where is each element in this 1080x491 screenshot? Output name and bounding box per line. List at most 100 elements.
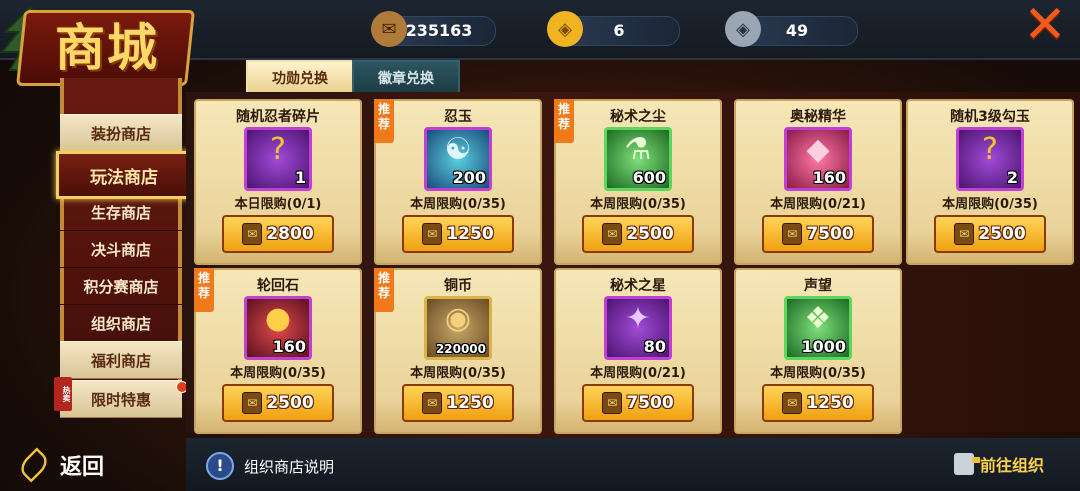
item-name: 轮回石: [257, 278, 299, 294]
sidebar-item-label: 积分赛商店: [83, 277, 159, 296]
page-title: 商城: [55, 18, 159, 77]
item-quantity: 160: [272, 337, 306, 356]
tab-merit-exchange[interactable]: 功勋兑换: [246, 60, 354, 96]
item-quantity: 600: [632, 168, 666, 187]
ninja-fragment-icon: ? 1: [244, 127, 312, 191]
item-quantity: 200: [452, 168, 486, 187]
buy-button[interactable]: ✉ 1250: [402, 215, 514, 253]
purchase-limit: 本周限购(0/21): [590, 366, 686, 381]
sidebar-item-limited-offer[interactable]: 热卖 限时特惠: [54, 377, 188, 418]
shop-item-card[interactable]: 推荐 忍玉 ☯ 200 本周限购(0/35) ✉ 1250: [374, 99, 542, 265]
item-name: 忍玉: [444, 109, 472, 125]
buy-button[interactable]: ✉ 7500: [762, 215, 874, 253]
mystic-essence-icon: ◆ 160: [784, 127, 852, 191]
shop-panel: 随机忍者碎片 ? 1 本日限购(0/1) ✉ 2800 推荐 忍玉 ☯ 200 本…: [186, 92, 1080, 434]
item-quantity: 220000: [435, 342, 486, 356]
honor-medal-icon: ✉: [242, 392, 263, 414]
shop-info-link[interactable]: 组织商店说明: [244, 456, 334, 477]
silver-currency: ◈ 49: [725, 11, 858, 47]
close-button[interactable]: ✕: [1020, 0, 1070, 51]
sidebar: 装扮商店 玩法商店 生存商店 决斗商店 积分赛商店 组织商店 福利商店 热卖 限…: [54, 78, 192, 418]
sidebar-item-organization[interactable]: 组织商店: [60, 305, 182, 342]
honor-medal-icon: ✉: [954, 223, 975, 245]
buy-button[interactable]: ✉ 1250: [402, 384, 514, 422]
sidebar-item-label: 决斗商店: [90, 240, 151, 259]
copper-coin-icon: ◉ 220000: [424, 296, 492, 360]
buy-button[interactable]: ✉ 2500: [582, 215, 694, 253]
shop-item-card[interactable]: 随机忍者碎片 ? 1 本日限购(0/1) ✉ 2800: [194, 99, 362, 265]
item-price: 2500: [978, 224, 1026, 244]
item-glyph: ⚗: [624, 132, 652, 167]
buy-button[interactable]: ✉ 7500: [582, 384, 694, 422]
buy-button[interactable]: ✉ 2500: [934, 215, 1046, 253]
shop-item-card[interactable]: 随机3级勾玉 ? 2 本周限购(0/35) ✉ 2500: [906, 99, 1074, 265]
item-name: 声望: [804, 278, 832, 294]
buy-button[interactable]: ✉ 2500: [222, 384, 334, 422]
reincarnation-stone-icon: ● 160: [244, 296, 312, 360]
item-glyph: ●: [264, 301, 292, 336]
magatama-icon: ? 2: [956, 127, 1024, 191]
item-quantity: 1: [294, 168, 306, 187]
tab-badge-exchange[interactable]: 徽章兑换: [352, 60, 460, 96]
item-quantity: 1000: [801, 337, 846, 356]
honor-medal-icon: ✉: [602, 223, 623, 245]
back-label: 返回: [60, 454, 105, 480]
item-price: 1250: [806, 393, 854, 413]
item-price: 2500: [626, 224, 674, 244]
sidebar-item-label: 装扮商店: [90, 124, 151, 143]
shop-item-card[interactable]: 声望 ❖ 1000 本周限购(0/35) ✉ 1250: [734, 268, 902, 434]
item-name: 铜币: [444, 278, 472, 294]
hot-sale-badge: 热卖: [54, 377, 72, 411]
gold-currency: ◈ 6: [547, 11, 680, 47]
item-name: 秘术之星: [610, 278, 666, 294]
item-price: 7500: [626, 393, 674, 413]
sidebar-item-gameplay[interactable]: 玩法商店: [56, 151, 192, 199]
honor-medal-icon: ✉: [242, 223, 263, 245]
purchase-limit: 本周限购(0/35): [590, 197, 686, 212]
purchase-limit: 本周限购(0/35): [230, 366, 326, 381]
honor-medal-icon: ✉: [602, 392, 623, 414]
item-quantity: 2: [1006, 168, 1018, 187]
back-button[interactable]: 返回: [16, 447, 104, 483]
item-glyph: ✦: [625, 301, 651, 336]
purchase-limit: 本周限购(0/35): [942, 197, 1038, 212]
ninja-jade-icon: ☯ 200: [424, 127, 492, 191]
shop-item-card[interactable]: 推荐 铜币 ◉ 220000 本周限购(0/35) ✉ 1250: [374, 268, 542, 434]
honor-value: 235163: [405, 21, 473, 40]
shop-item-card[interactable]: 推荐 轮回石 ● 160 本周限购(0/35) ✉ 2500: [194, 268, 362, 434]
item-glyph: ◆: [806, 132, 830, 167]
silver-value: 49: [785, 21, 809, 40]
goto-organization-button[interactable]: 前往组织: [953, 452, 1044, 476]
item-price: 7500: [806, 224, 854, 244]
secret-star-icon: ✦ 80: [604, 296, 672, 360]
honor-currency: ✉ 235163: [371, 11, 496, 47]
buy-button[interactable]: ✉ 1250: [762, 384, 874, 422]
sidebar-item-points-match[interactable]: 积分赛商店: [60, 268, 182, 305]
shop-item-card[interactable]: 推荐 秘术之尘 ⚗ 600 本周限购(0/35) ✉ 2500: [554, 99, 722, 265]
buy-button[interactable]: ✉ 2800: [222, 215, 334, 253]
item-quantity: 80: [643, 337, 666, 356]
goto-organization-label: 前往组织: [979, 456, 1044, 475]
help-icon[interactable]: !: [206, 452, 234, 480]
sidebar-item-costume[interactable]: 装扮商店: [60, 114, 182, 152]
item-price: 2500: [266, 393, 314, 413]
back-arrow-icon: [16, 447, 52, 483]
sidebar-item-label: 玩法商店: [90, 167, 158, 188]
prestige-icon: ❖ 1000: [784, 296, 852, 360]
shop-item-card[interactable]: 秘术之星 ✦ 80 本周限购(0/21) ✉ 7500: [554, 268, 722, 434]
sidebar-item-survival[interactable]: 生存商店: [60, 194, 182, 231]
item-price: 1250: [446, 393, 494, 413]
organization-flag-icon: [953, 453, 980, 475]
item-name: 随机忍者碎片: [236, 109, 320, 125]
purchase-limit: 本周限购(0/21): [770, 197, 866, 212]
item-name: 随机3级勾玉: [950, 109, 1030, 125]
item-glyph: ☯: [444, 132, 472, 167]
item-glyph: ❖: [804, 301, 832, 336]
sidebar-item-welfare[interactable]: 福利商店: [60, 341, 182, 379]
honor-medal-icon: ✉: [782, 392, 803, 414]
sidebar-item-duel[interactable]: 决斗商店: [60, 231, 182, 268]
shop-item-card[interactable]: 奥秘精华 ◆ 160 本周限购(0/21) ✉ 7500: [734, 99, 902, 265]
purchase-limit: 本周限购(0/35): [410, 366, 506, 381]
gold-value: 6: [613, 21, 625, 40]
item-price: 1250: [446, 224, 494, 244]
